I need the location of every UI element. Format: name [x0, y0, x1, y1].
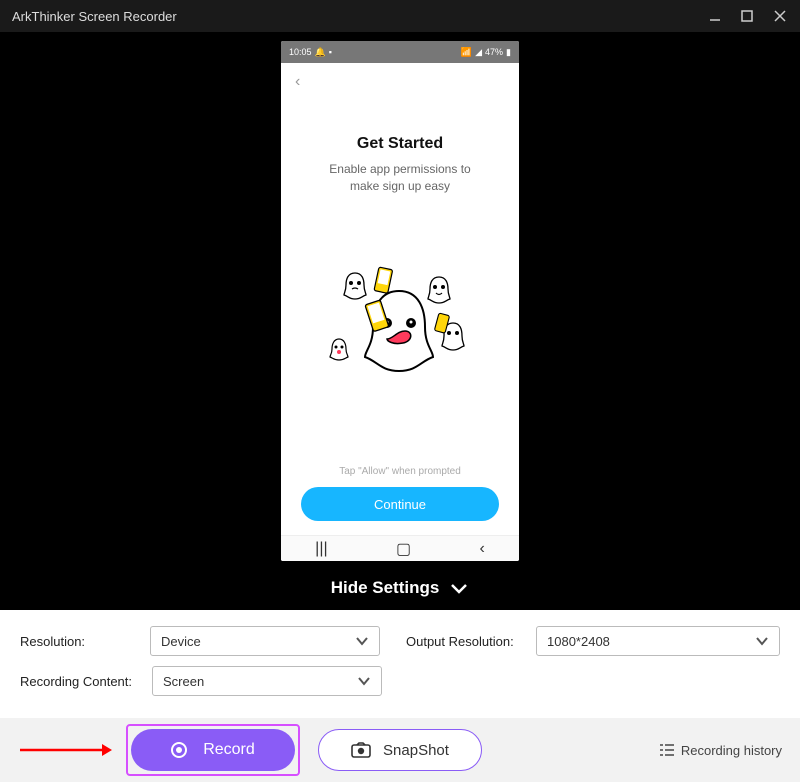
record-button[interactable]: Record [131, 729, 295, 771]
continue-button[interactable]: Continue [301, 487, 499, 521]
minimize-button[interactable] [708, 9, 722, 23]
titlebar: ArkThinker Screen Recorder [0, 0, 800, 32]
actionbar: Record SnapShot Recording history [0, 718, 800, 782]
chevron-down-icon [449, 581, 469, 595]
recording-history-label: Recording history [681, 743, 782, 758]
output-resolution-value: 1080*2408 [547, 634, 610, 649]
chevron-down-icon [755, 636, 769, 646]
status-bell-icon: 🔔 [315, 47, 326, 58]
window-controls [708, 8, 788, 24]
output-resolution-label: Output Resolution: [406, 634, 524, 649]
resolution-label: Resolution: [20, 634, 138, 649]
settings-panel: Resolution: Device Output Resolution: 10… [0, 610, 800, 718]
snapshot-button[interactable]: SnapShot [318, 729, 482, 771]
hide-settings-toggle[interactable]: Hide Settings [0, 570, 800, 610]
nav-back-icon[interactable]: ‹ [479, 540, 484, 558]
close-button[interactable] [772, 8, 788, 24]
status-time: 10:05 [289, 47, 312, 57]
phone-content: ‹ Get Started Enable app permissions tom… [281, 63, 519, 535]
get-started-title: Get Started [295, 135, 505, 153]
recording-content-label: Recording Content: [20, 674, 140, 689]
record-dot-icon [171, 742, 187, 758]
app-title: ArkThinker Screen Recorder [12, 9, 708, 24]
phone-frame: 10:05 🔔 ▪ 📶 ◢ 47% ▮ ‹ Get Started Enable… [281, 41, 519, 561]
hide-settings-label: Hide Settings [331, 578, 440, 598]
record-highlight: Record [126, 724, 300, 776]
status-signal-icon: ◢ [475, 47, 482, 58]
status-battery: 47% [485, 47, 503, 57]
status-wifi-icon: 📶 [461, 47, 472, 58]
output-resolution-select[interactable]: 1080*2408 [536, 626, 780, 656]
tap-allow-text: Tap "Allow" when prompted [295, 466, 505, 477]
snapchat-ghost-illustration [295, 195, 505, 466]
phone-statusbar: 10:05 🔔 ▪ 📶 ◢ 47% ▮ [281, 41, 519, 63]
preview-area: 10:05 🔔 ▪ 📶 ◢ 47% ▮ ‹ Get Started Enable… [0, 32, 800, 570]
phone-back-button[interactable]: ‹ [295, 73, 505, 91]
status-battery-icon: ▮ [506, 47, 511, 58]
recording-content-select[interactable]: Screen [152, 666, 382, 696]
nav-home-icon[interactable]: ▢ [396, 539, 411, 559]
phone-navbar: ||| ▢ ‹ [281, 535, 519, 561]
recording-history-link[interactable]: Recording history [659, 743, 782, 758]
nav-recents-icon[interactable]: ||| [315, 540, 327, 558]
list-icon [659, 743, 675, 757]
maximize-button[interactable] [740, 9, 754, 23]
camera-icon [351, 742, 371, 758]
record-label: Record [203, 741, 255, 759]
status-app-icon: ▪ [329, 47, 332, 57]
resolution-select[interactable]: Device [150, 626, 380, 656]
chevron-down-icon [357, 676, 371, 686]
snapshot-label: SnapShot [383, 742, 449, 759]
recording-content-value: Screen [163, 674, 204, 689]
chevron-down-icon [355, 636, 369, 646]
arrow-annotation-icon [18, 741, 112, 759]
get-started-subtitle: Enable app permissions tomake sign up ea… [295, 161, 505, 195]
resolution-value: Device [161, 634, 201, 649]
